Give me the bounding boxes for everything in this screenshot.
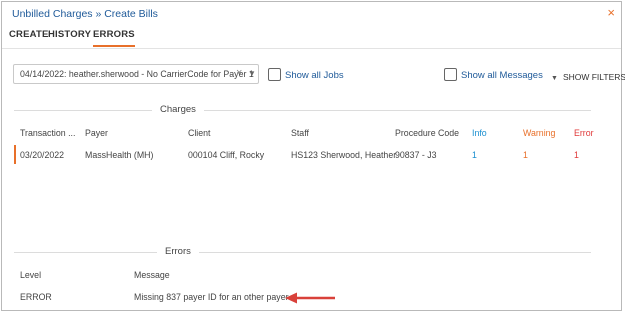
show-all-messages-label[interactable]: Show all Messages	[461, 70, 543, 81]
title-bar: Unbilled Charges » Create Bills ×	[2, 2, 621, 26]
errors-section-label: Errors	[157, 246, 199, 257]
column-header-warning[interactable]: Warning	[523, 128, 555, 138]
create-bills-window: Unbilled Charges » Create Bills × CREATE…	[1, 1, 625, 311]
tab-bar: CREATE HISTORY ERRORS	[2, 29, 621, 49]
cell-message: Missing 837 payer ID for an other payer	[134, 292, 289, 302]
cell-error-count[interactable]: 1	[574, 150, 579, 160]
column-header-client[interactable]: Client	[188, 128, 211, 138]
annotation-arrow-icon	[285, 292, 335, 304]
errors-section-header: Errors	[14, 246, 591, 258]
cell-transaction: 03/20/2022	[20, 150, 65, 160]
tab-history[interactable]: HISTORY	[48, 29, 91, 45]
tab-errors[interactable]: ERRORS	[93, 29, 135, 47]
cell-info-count[interactable]: 1	[472, 150, 477, 160]
tab-divider	[2, 48, 621, 49]
window-title: Unbilled Charges » Create Bills	[12, 8, 158, 20]
divider	[14, 110, 591, 111]
show-all-jobs-label[interactable]: Show all Jobs	[285, 70, 344, 81]
column-header-message[interactable]: Message	[134, 270, 170, 280]
divider	[14, 252, 591, 253]
chevron-down-icon: ▼	[551, 75, 558, 82]
close-icon[interactable]: ×	[607, 5, 615, 20]
job-select[interactable]: 04/14/2022: heather.sherwood - No Carrie…	[13, 64, 259, 84]
cell-warning-count[interactable]: 1	[523, 150, 528, 160]
column-header-staff[interactable]: Staff	[291, 128, 309, 138]
column-header-info[interactable]: Info	[472, 128, 487, 138]
charges-section-label: Charges	[152, 104, 204, 115]
column-header-transaction[interactable]: Transaction ...	[20, 128, 75, 138]
column-header-procedure-code[interactable]: Procedure Code	[395, 128, 459, 138]
cell-client: 000104 Cliff, Rocky	[188, 150, 265, 160]
job-select-value: 04/14/2022: heather.sherwood - No Carrie…	[20, 69, 254, 79]
tab-create[interactable]: CREATE	[9, 29, 49, 45]
cell-payer: MassHealth (MH)	[85, 150, 154, 160]
cell-staff: HS123 Sherwood, Heather	[291, 150, 397, 160]
show-all-jobs-checkbox[interactable]	[268, 68, 281, 81]
clear-icon[interactable]: ×	[236, 67, 242, 79]
charges-section-header: Charges	[14, 104, 591, 116]
chevron-down-icon[interactable]: ▼	[248, 69, 256, 78]
show-filters-button[interactable]: ▼ SHOW FILTERS	[551, 72, 625, 82]
column-header-error[interactable]: Error	[574, 128, 594, 138]
cell-procedure-code: 90837 - J3	[395, 150, 437, 160]
column-header-payer[interactable]: Payer	[85, 128, 108, 138]
column-header-level[interactable]: Level	[20, 270, 41, 280]
show-all-messages-checkbox[interactable]	[444, 68, 457, 81]
row-selection-indicator	[14, 145, 16, 164]
show-filters-label: SHOW FILTERS	[562, 72, 625, 82]
cell-level: ERROR	[20, 292, 52, 302]
